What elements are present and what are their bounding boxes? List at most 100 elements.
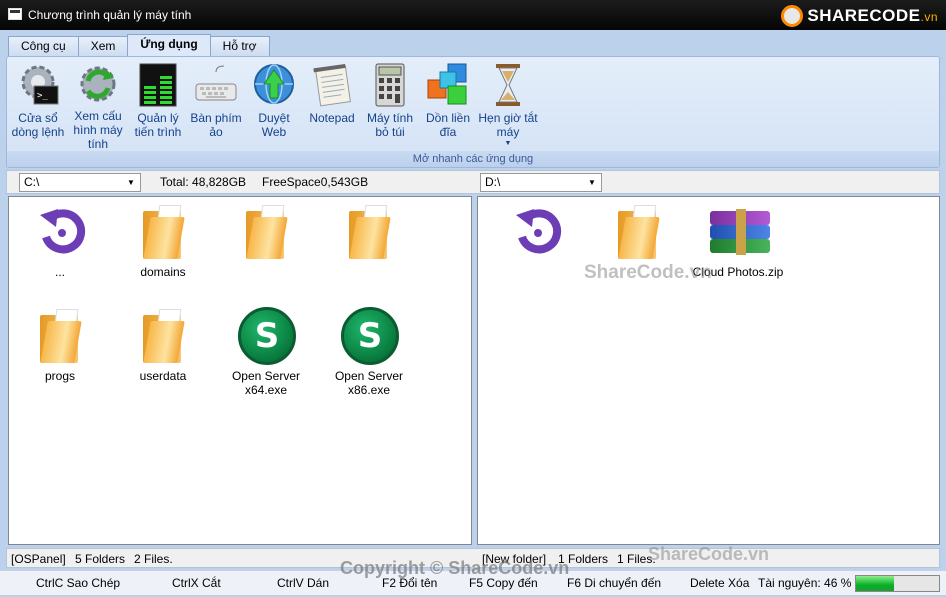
tab-ung-dung[interactable]: Ứng dụng <box>127 34 211 56</box>
right-file-pane[interactable]: Cloud Photos.zip <box>477 196 940 545</box>
move-to-command[interactable]: F6 Di chuyển đến <box>567 576 661 590</box>
file-item-folder[interactable] <box>319 201 419 265</box>
left-file-pane[interactable]: ... domains progs userdata S Open Server… <box>8 196 472 545</box>
calculator-icon <box>368 61 412 109</box>
virtual-keyboard-button[interactable]: Bàn phím ảo <box>187 61 245 151</box>
free-space: FreeSpace0,543GB <box>262 175 369 189</box>
file-item-up[interactable]: ... <box>10 201 110 279</box>
title-bar: Chương trình quản lý máy tính SHARECODE.… <box>0 0 946 30</box>
paste-command[interactable]: CtrlV Dán <box>277 576 329 590</box>
chevron-down-icon[interactable]: ▼ <box>124 175 138 190</box>
file-item-folder[interactable]: userdata <box>113 305 213 383</box>
file-label: userdata <box>139 369 187 383</box>
defrag-label: Dồn liền đĩa <box>425 111 471 139</box>
resource-label: Tài nguyên: 46 % <box>758 576 852 590</box>
defrag-cubes-icon <box>426 61 470 109</box>
total-space: Total: 48,828GB <box>160 175 247 189</box>
status-bar: [OSPanel] 5 Folders 2 Files. [New folder… <box>6 548 940 568</box>
file-label: Open Server x64.exe <box>231 369 301 397</box>
file-item-exe[interactable]: S Open Server x64.exe <box>216 305 316 397</box>
open-server-icon: S <box>341 307 399 365</box>
process-manager-label: Quản lý tiến trình <box>134 111 182 139</box>
main-window: Công cụ Xem Ứng dụng Hỗ trợ >_ Cửa sổ dò… <box>0 30 946 597</box>
file-label: progs <box>44 369 76 383</box>
defrag-button[interactable]: Dồn liền đĩa <box>419 61 477 151</box>
shutdown-timer-button[interactable]: Hẹn giờ tắt máy ▼ <box>477 61 539 151</box>
resource-progress-fill <box>856 576 895 591</box>
sharecode-logo: SHARECODE.vn <box>781 4 938 28</box>
refresh-gear-icon <box>76 61 120 107</box>
logo-text: SHARECODE <box>807 6 921 25</box>
file-label: domains <box>140 265 186 279</box>
winrar-archive-icon <box>710 209 770 257</box>
right-status-files: 1 Files. <box>617 552 656 566</box>
right-drive-value: D:\ <box>485 175 501 189</box>
open-server-icon: S <box>238 307 296 365</box>
folder-icon <box>618 205 660 259</box>
command-prompt-gear-icon: >_ <box>16 61 60 109</box>
rename-command[interactable]: F2 Đổi tên <box>382 576 437 590</box>
left-drive-select[interactable]: C:\ ▼ <box>19 173 141 192</box>
back-arrow-icon <box>516 209 562 254</box>
command-bar: CtrlC Sao Chép CtrlX Cắt CtrlV Dán F2 Đổ… <box>0 570 946 595</box>
left-status-path: [OSPanel] <box>11 552 66 566</box>
dropdown-arrow-icon: ▼ <box>504 140 512 147</box>
file-item-up[interactable] <box>486 201 586 265</box>
folder-icon <box>246 205 288 259</box>
view-config-button[interactable]: Xem cấu hình máy tính <box>67 61 129 151</box>
calculator-label: Máy tính bỏ túi <box>366 111 414 139</box>
keyboard-icon <box>194 61 238 109</box>
folder-icon <box>40 309 82 363</box>
ribbon-tabs: Công cụ Xem Ứng dụng Hỗ trợ <box>8 34 270 56</box>
view-config-label: Xem cấu hình máy tính <box>73 109 123 151</box>
tab-cong-cu[interactable]: Công cụ <box>8 36 79 56</box>
file-item-zip[interactable]: Cloud Photos.zip <box>688 201 788 279</box>
file-item-exe[interactable]: S Open Server x86.exe <box>319 305 419 397</box>
copy-command[interactable]: CtrlC Sao Chép <box>36 576 120 590</box>
left-status-files: 2 Files. <box>134 552 173 566</box>
delete-command[interactable]: Delete Xóa <box>690 576 749 590</box>
command-prompt-label: Cửa sổ dòng lệnh <box>11 111 65 139</box>
file-item-folder[interactable] <box>588 201 688 265</box>
command-prompt-button[interactable]: >_ Cửa sổ dòng lệnh <box>9 61 67 151</box>
ribbon-panel: >_ Cửa sổ dòng lệnh Xem cấu hình máy tín… <box>6 56 940 168</box>
folder-icon <box>143 205 185 259</box>
web-browser-label: Duyệt Web <box>258 111 290 139</box>
file-item-folder[interactable] <box>216 201 316 265</box>
ribbon-group-label: Mở nhanh các ứng dụng <box>7 151 939 167</box>
file-label: ... <box>54 265 65 279</box>
right-status-folders: 1 Folders <box>558 552 609 566</box>
left-status-folders: 5 Folders <box>75 552 126 566</box>
cut-command[interactable]: CtrlX Cắt <box>172 576 221 590</box>
window-title: Chương trình quản lý máy tính <box>28 8 192 22</box>
logo-suffix: .vn <box>920 10 938 24</box>
web-browser-button[interactable]: Duyệt Web <box>245 61 303 151</box>
notepad-label: Notepad <box>309 111 355 125</box>
svg-text:>_: >_ <box>37 91 48 101</box>
hourglass-icon <box>486 61 530 109</box>
right-status-path: [New folder] <box>482 552 547 566</box>
tab-ho-tro[interactable]: Hỗ trợ <box>209 36 270 56</box>
app-window-icon <box>8 8 22 20</box>
folder-icon <box>143 309 185 363</box>
notepad-icon <box>310 61 354 109</box>
web-globe-icon <box>252 61 296 109</box>
shutdown-timer-label: Hẹn giờ tắt máy <box>478 111 538 139</box>
chevron-down-icon[interactable]: ▼ <box>585 175 599 190</box>
path-bar: C:\ ▼ Total: 48,828GB FreeSpace0,543GB D… <box>6 170 940 194</box>
back-arrow-icon <box>40 209 86 254</box>
file-label: Cloud Photos.zip <box>692 265 784 279</box>
copy-to-command[interactable]: F5 Copy đến <box>469 576 538 590</box>
calculator-button[interactable]: Máy tính bỏ túi <box>361 61 419 151</box>
resource-progress-bar <box>855 575 940 592</box>
file-item-folder[interactable]: domains <box>113 201 213 279</box>
notepad-button[interactable]: Notepad <box>303 61 361 151</box>
virtual-keyboard-label: Bàn phím ảo <box>190 111 242 139</box>
folder-icon <box>349 205 391 259</box>
right-drive-select[interactable]: D:\ ▼ <box>480 173 602 192</box>
process-manager-button[interactable]: Quản lý tiến trình <box>129 61 187 151</box>
process-meter-icon <box>136 61 180 109</box>
file-label: Open Server x86.exe <box>334 369 404 397</box>
file-item-folder[interactable]: progs <box>10 305 110 383</box>
tab-xem[interactable]: Xem <box>77 36 129 56</box>
